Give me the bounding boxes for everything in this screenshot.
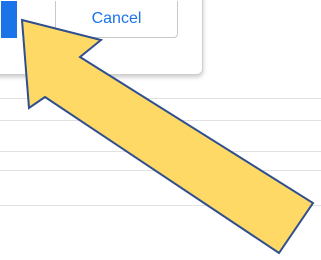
arrow-pointer-icon [20,18,315,255]
arrow-shape [20,18,315,255]
